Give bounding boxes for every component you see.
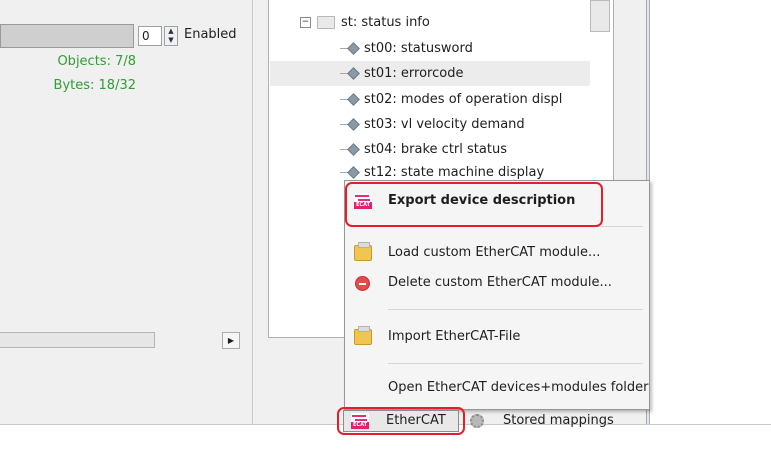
tree-item-label: st04: brake ctrl status: [364, 142, 507, 157]
menu-item-label: Delete custom EtherCAT module...: [388, 275, 612, 290]
value-spinbox[interactable]: 0: [138, 26, 162, 46]
objects-count: Objects: 7/8: [57, 54, 136, 69]
highlight-export: [345, 182, 603, 227]
menu-item-label: Load custom EtherCAT module...: [388, 245, 601, 260]
object-icon: [340, 117, 364, 132]
open-folder-icon: [354, 326, 372, 345]
tree-item-label: st12: state machine display: [364, 165, 545, 180]
tree-item-label: st02: modes of operation displ: [364, 92, 563, 107]
tab-stored-mappings[interactable]: Stored mappings: [503, 412, 614, 430]
collapse-icon[interactable]: −: [300, 17, 311, 28]
tree-item[interactable]: st04: brake ctrl status: [340, 137, 640, 162]
gear-icon: [470, 414, 484, 428]
object-icon: [340, 142, 364, 157]
highlight-ethercat-tab: [337, 407, 465, 435]
menu-item-label: Open EtherCAT devices+modules folder: [388, 380, 649, 395]
object-icon: [340, 41, 364, 56]
object-icon: [340, 92, 364, 107]
menu-item-label: Import EtherCAT-File: [388, 329, 521, 344]
open-folder-icon: [354, 242, 372, 261]
delete-icon: [355, 276, 370, 291]
menu-item-import-ethercat-file[interactable]: Import EtherCAT-File: [345, 323, 649, 351]
object-icon: [340, 66, 364, 81]
tree-item[interactable]: st00: statusword: [340, 36, 640, 61]
scroll-right-button[interactable]: ▶: [222, 332, 240, 349]
right-pane: [651, 0, 771, 424]
menu-separator: [388, 309, 643, 310]
tree-item-label: st03: vl velocity demand: [364, 117, 525, 132]
bytes-count: Bytes: 18/32: [53, 78, 136, 93]
menu-item-open-devices-folder[interactable]: Open EtherCAT devices+modules folder: [345, 374, 649, 402]
tree-group-label: st: status info: [341, 15, 430, 30]
progress-bar: [0, 24, 134, 48]
horizontal-scrollbar[interactable]: [0, 332, 155, 348]
enabled-checkbox-label[interactable]: Enabled: [184, 27, 244, 42]
tree-item-selected[interactable]: st01: errorcode: [270, 61, 590, 86]
tree-item[interactable]: st02: modes of operation displ: [340, 87, 640, 112]
menu-item-load-custom-module[interactable]: Load custom EtherCAT module...: [345, 239, 649, 267]
folder-icon: [317, 16, 335, 29]
menu-separator: [388, 363, 643, 364]
tree-group-status-info[interactable]: − st: status info: [300, 10, 600, 35]
tree-item-label: st00: statusword: [364, 41, 473, 56]
tree-item[interactable]: st03: vl velocity demand: [340, 112, 640, 137]
object-icon: [340, 165, 364, 180]
menu-item-delete-custom-module[interactable]: Delete custom EtherCAT module...: [345, 269, 649, 297]
tree-item[interactable]: st12: state machine display: [340, 160, 640, 180]
spin-arrows[interactable]: ▲ ▼: [164, 26, 178, 46]
tree-item-label: st01: errorcode: [364, 66, 464, 81]
